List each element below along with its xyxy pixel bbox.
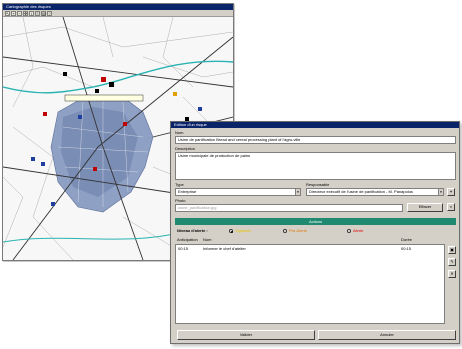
row-anticipation: 00:15 — [178, 246, 189, 251]
actions-header: Actions — [175, 218, 456, 225]
chevron-down-icon[interactable]: ▼ — [438, 189, 443, 195]
print-icon[interactable]: ▤ — [41, 10, 46, 16]
radio-vigilance[interactable] — [229, 229, 233, 233]
name-label: Nom — [175, 130, 184, 135]
type-label: Type — [175, 182, 184, 187]
editor-title: Edition d'un risque — [171, 122, 459, 128]
row-duree: 00:15 — [401, 246, 412, 251]
column-duree: Durée — [401, 237, 412, 242]
table-row[interactable]: 00:15 Informer le chef d'atelier 00:15 — [176, 245, 444, 253]
zoom-in-icon[interactable]: + — [11, 10, 16, 16]
radio-pre-alerte[interactable] — [283, 229, 287, 233]
type-value: Entreprise — [178, 189, 197, 194]
alert-level-pre-alerte: Pre-Alerte — [289, 228, 308, 233]
alert-level-alerte: Alerte — [353, 228, 364, 233]
row-nom: Informer le chef d'atelier — [203, 246, 246, 251]
pan-icon[interactable]: ✥ — [23, 10, 28, 16]
cancel-button[interactable]: Annuler — [318, 330, 456, 340]
validate-button[interactable]: Valider — [177, 330, 315, 340]
responsible-select[interactable]: Directeur exécutif de l'usine de panific… — [306, 188, 444, 196]
responsible-label: Responsable — [306, 182, 330, 187]
info-icon[interactable]: i — [29, 10, 34, 16]
column-nom: Nom — [203, 237, 212, 242]
clear-photo-button[interactable]: Effacer — [407, 203, 443, 212]
risk-editor-dialog: Edition d'un risque Nom Usine de panific… — [170, 121, 460, 344]
map-toolbar: ↖ + − ✥ i ≡ ▤ ? — [3, 10, 233, 17]
pointer-icon[interactable]: ↖ — [5, 10, 10, 16]
zoom-out-icon[interactable]: − — [17, 10, 22, 16]
alert-level-label: Niveau d'alerte : — [177, 228, 208, 233]
add-responsible-icon[interactable]: + — [447, 188, 455, 196]
add-action-icon[interactable]: ▣ — [448, 246, 456, 254]
chevron-down-icon[interactable]: ▼ — [295, 189, 300, 195]
layers-icon[interactable]: ≡ — [35, 10, 40, 16]
description-field[interactable]: Usine municipale de production de pains — [175, 152, 456, 180]
responsible-value: Directeur exécutif de l'usine de panific… — [309, 189, 413, 194]
search-icon[interactable]: ⌕ — [447, 203, 455, 211]
type-select[interactable]: Entreprise ▼ — [175, 188, 301, 196]
column-anticipation: Anticipation — [177, 237, 198, 242]
description-label: Description — [175, 146, 196, 151]
photo-field[interactable]: usine_panification.jpg — [175, 204, 403, 212]
photo-label: Photo — [175, 198, 186, 203]
edit-action-icon[interactable]: ✎ — [448, 258, 456, 266]
actions-table[interactable]: 00:15 Informer le chef d'atelier 00:15 — [175, 244, 445, 324]
help-icon[interactable]: ? — [47, 10, 52, 16]
alert-level-vigilance: Vigilance — [235, 228, 252, 233]
radio-alerte[interactable] — [347, 229, 351, 233]
name-field[interactable]: Usine de panification Bread and cereal p… — [175, 136, 456, 144]
delete-action-icon[interactable]: ✕ — [448, 270, 456, 278]
